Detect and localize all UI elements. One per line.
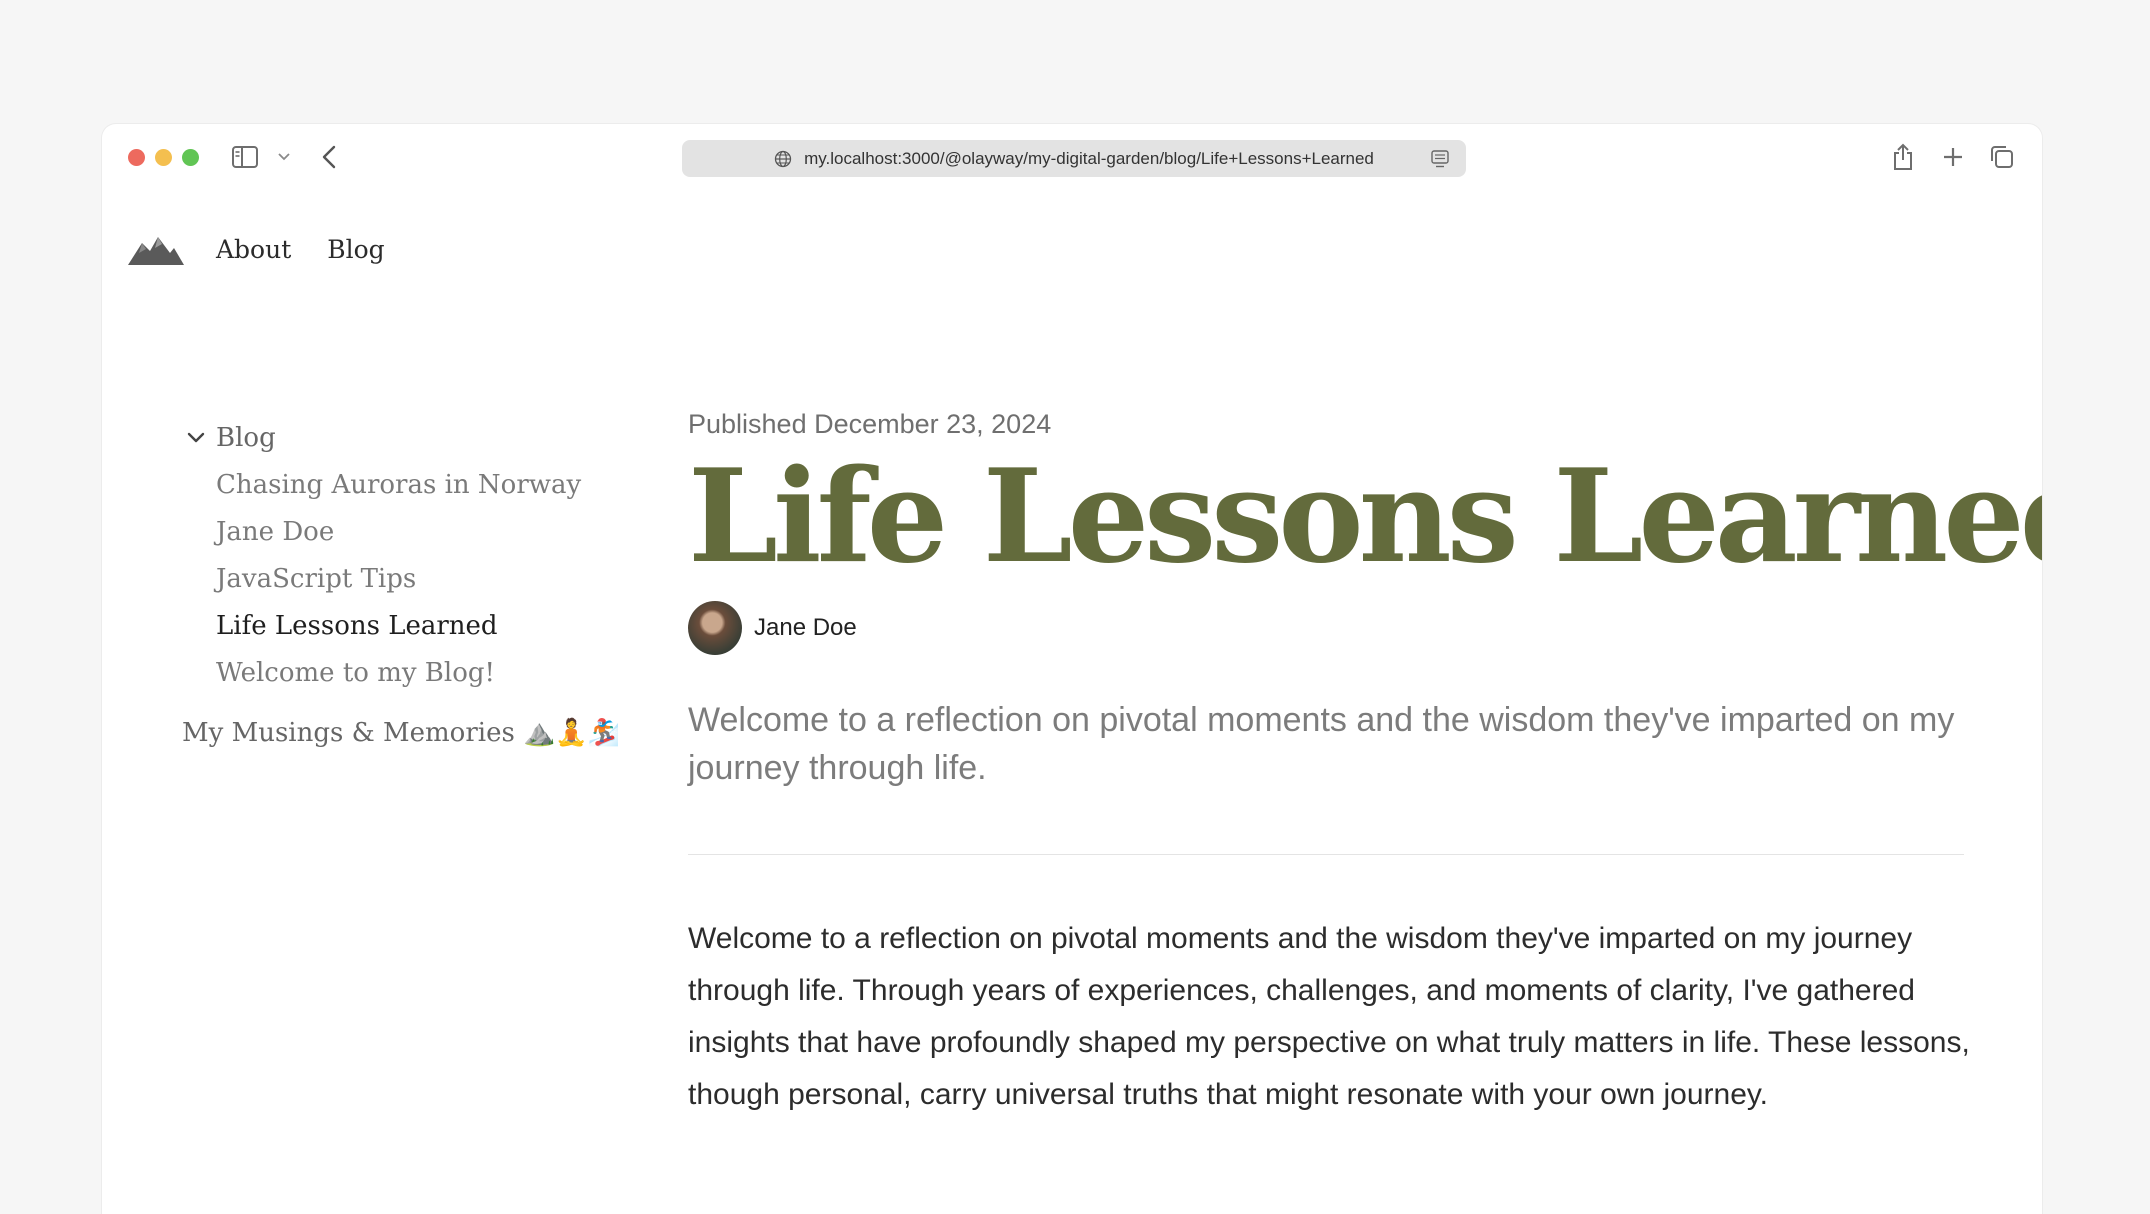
back-arrow-icon[interactable]	[314, 142, 344, 172]
sidebar-item-jane-doe[interactable]: Jane Doe	[216, 509, 620, 556]
sidebar-item-life-lessons[interactable]: Life Lessons Learned	[216, 603, 620, 650]
reader-mode-icon[interactable]	[1430, 149, 1450, 169]
article: Published December 23, 2024 Life Lessons…	[688, 404, 2042, 1151]
minimize-window-button[interactable]	[155, 149, 172, 166]
page-title: Life Lessons Learned	[688, 442, 2042, 592]
sidebar-item-javascript-tips[interactable]: JavaScript Tips	[216, 556, 620, 603]
new-tab-plus-icon[interactable]	[1938, 142, 1968, 172]
sidebar-tree: Blog Chasing Auroras in Norway Jane Doe …	[182, 414, 620, 757]
tree-group-blog[interactable]: Blog	[182, 414, 620, 462]
sidebar-item-musings-memories[interactable]: My Musings & Memories ⛰️🧘🏂	[182, 709, 620, 757]
site-nav: About Blog	[128, 224, 385, 274]
sidebar-toggle-icon[interactable]	[230, 144, 260, 170]
published-date: Published December 23, 2024	[688, 409, 1052, 439]
tab-overview-icon[interactable]	[1986, 142, 2018, 172]
chevron-down-icon[interactable]	[274, 146, 294, 168]
zoom-window-button[interactable]	[182, 149, 199, 166]
sidebar-item-chasing-auroras[interactable]: Chasing Auroras in Norway	[216, 462, 620, 509]
globe-icon	[774, 149, 794, 169]
nav-link-about[interactable]: About	[216, 235, 291, 264]
article-body: Welcome to a reflection on pivotal momen…	[688, 922, 1970, 1111]
browser-window: my.localhost:3000/@olayway/my-digital-ga…	[102, 124, 2042, 1214]
divider	[688, 854, 1964, 855]
avatar	[688, 601, 742, 655]
chevron-down-icon[interactable]	[182, 424, 210, 452]
mountains-logo-icon[interactable]	[128, 231, 184, 267]
url-text: my.localhost:3000/@olayway/my-digital-ga…	[804, 148, 1374, 168]
tree-group-label: Blog	[216, 423, 276, 453]
share-icon[interactable]	[1888, 140, 1918, 174]
nav-link-blog[interactable]: Blog	[327, 235, 384, 264]
browser-toolbar: my.localhost:3000/@olayway/my-digital-ga…	[102, 124, 2042, 192]
article-summary: Welcome to a reflection on pivotal momen…	[688, 701, 1955, 787]
author-row: Jane Doe	[688, 600, 1970, 656]
author-name: Jane Doe	[754, 614, 857, 641]
tree-items: Chasing Auroras in Norway Jane Doe JavaS…	[216, 462, 620, 697]
close-window-button[interactable]	[128, 149, 145, 166]
sidebar-item-welcome[interactable]: Welcome to my Blog!	[216, 650, 620, 697]
address-bar[interactable]: my.localhost:3000/@olayway/my-digital-ga…	[682, 140, 1466, 177]
